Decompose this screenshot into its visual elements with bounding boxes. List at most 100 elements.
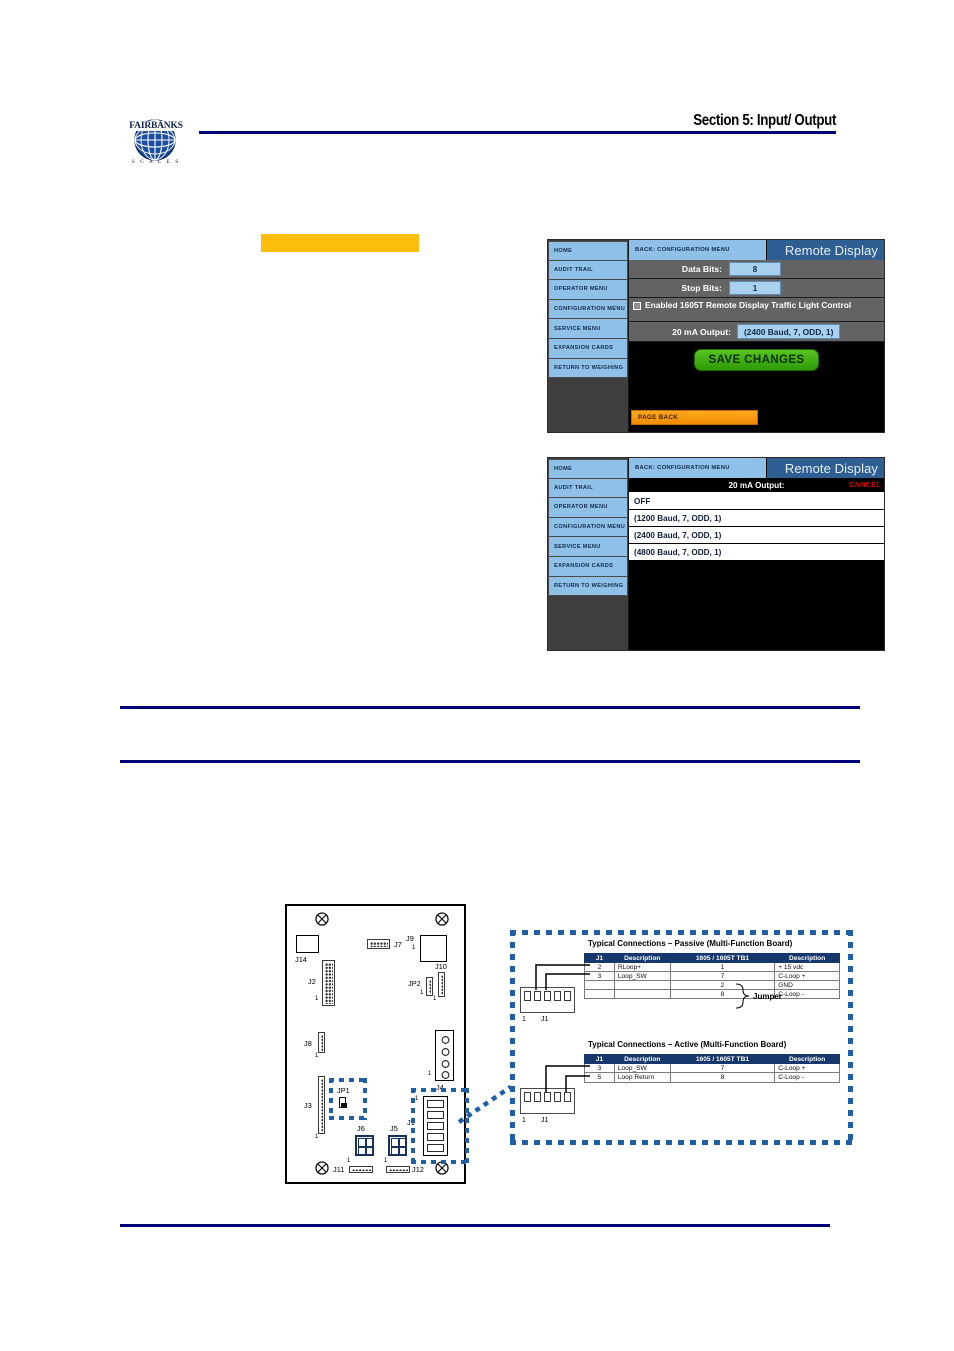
header-divider xyxy=(199,131,836,134)
label-j12: J12 xyxy=(412,1165,424,1174)
active-col-desc1: Description xyxy=(613,1054,671,1064)
label-j11-pin1: 1 xyxy=(347,1158,351,1164)
cancel-button[interactable]: CANCEL xyxy=(849,480,881,489)
screw-icon-top-right xyxy=(435,912,449,926)
stop-bits-label: Stop Bits: xyxy=(681,283,722,293)
sidebar-item-configuration-menu[interactable]: CONFIGURATION MENU xyxy=(548,299,628,320)
passive-wire-icon xyxy=(535,964,590,990)
connector-j14 xyxy=(296,935,319,953)
field-row-20ma-output: 20 mA Output: (2400 Baud, 7, ODD, 1) xyxy=(629,322,884,342)
checkbox-icon[interactable] xyxy=(633,302,641,310)
cell: C-Loop + xyxy=(774,971,840,981)
table-row: 3 Loop_SW 7 C-Loop + xyxy=(584,1063,840,1073)
passive-table-title: Typical Connections – Passive (Multi-Fun… xyxy=(588,939,793,948)
cell: C-Loop - xyxy=(774,989,840,999)
screw-icon-top-left xyxy=(315,912,329,926)
table-row: 2 RLoop+ 1 + 15 vdc xyxy=(584,962,840,972)
back-button[interactable]: BACK: CONFIGURATION MENU xyxy=(629,240,767,260)
label-j2-pin1: 1 xyxy=(315,996,319,1002)
sidebar-item-return-to-weighing[interactable]: RETURN TO WEIGHING xyxy=(548,358,628,379)
page-header: FAIRBANKS S C A L E S Section 5: Input/ … xyxy=(0,0,954,175)
sidebar2-item-home[interactable]: HOME xyxy=(548,459,628,479)
label-j9-pin1: 1 xyxy=(412,945,416,951)
dropdown-header: 20 mA Output: CANCEL xyxy=(629,478,884,493)
sidebar-item-operator-menu[interactable]: OPERATOR MENU xyxy=(548,280,628,300)
output-label: 20 mA Output: xyxy=(672,326,731,337)
save-changes-button[interactable]: SAVE CHANGES xyxy=(693,349,820,371)
label-j3-pin1: 1 xyxy=(315,1134,319,1140)
field-row-stop-bits: Stop Bits: 1 xyxy=(629,279,884,298)
label-jp2: JP2 xyxy=(408,979,421,988)
connector-j7 xyxy=(367,939,390,949)
brand-wordmark: FAIRBANKS xyxy=(125,121,187,131)
save-area: SAVE CHANGES xyxy=(629,342,884,378)
page-back-button[interactable]: PAGE BACK xyxy=(631,410,758,425)
cell: + 15 vdc xyxy=(774,962,840,972)
label-j3: J3 xyxy=(304,1101,312,1110)
sidebar2-item-operator-menu[interactable]: OPERATOR MENU xyxy=(548,498,628,518)
label-j10: J10 xyxy=(435,962,447,971)
sidebar-item-expansion-cards[interactable]: EXPANSION CARDS xyxy=(548,338,628,359)
dropdown-option-4800[interactable]: (4800 Baud, 7, ODD, 1) xyxy=(629,544,884,561)
section-divider-top xyxy=(120,706,860,709)
connector-j2 xyxy=(322,960,335,1006)
connector-j11 xyxy=(349,1166,373,1173)
sidebar-item-home[interactable]: HOME xyxy=(548,241,628,261)
table-row: 2 GND xyxy=(584,980,840,990)
passive-col-desc2: Description xyxy=(774,953,840,963)
table-row: 5 Loop Return 8 C-Loop - xyxy=(584,1072,840,1083)
traffic-light-checkbox-row[interactable]: Enabled 1605T Remote Display Traffic Lig… xyxy=(629,298,884,322)
label-j2: J2 xyxy=(308,977,316,986)
sidebar2-item-return-to-weighing[interactable]: RETURN TO WEIGHING xyxy=(548,576,628,597)
sidebar2-item-configuration-menu[interactable]: CONFIGURATION MENU xyxy=(548,517,628,538)
dropdown-header-label: 20 mA Output: xyxy=(728,480,785,490)
dropdown-option-1200[interactable]: (1200 Baud, 7, ODD, 1) xyxy=(629,510,884,527)
terminal-sidebar: HOME AUDIT TRAIL OPERATOR MENU CONFIGURA… xyxy=(548,240,629,432)
sidebar-item-service-menu[interactable]: SERVICE MENU xyxy=(548,319,628,339)
screw-icon-bottom-left xyxy=(315,1161,329,1175)
highlight-callout-bar xyxy=(261,234,419,252)
label-j4-pin1: 1 xyxy=(428,1071,432,1077)
cell: Loop Return xyxy=(613,1072,671,1083)
label-j9: J9 xyxy=(406,934,414,943)
connector-j4 xyxy=(435,1030,454,1081)
label-j10-pin1: 1 xyxy=(433,996,437,1002)
cell: C-Loop - xyxy=(774,1072,840,1083)
footer-divider xyxy=(120,1224,830,1227)
data-bits-value[interactable]: 8 xyxy=(729,262,781,276)
cell: Loop_SW xyxy=(613,971,671,981)
passive-connections-table: J1 Description 1605 / 1605T TB1 Descript… xyxy=(584,953,840,999)
sidebar-item-audit-trail[interactable]: AUDIT TRAIL xyxy=(548,260,628,281)
brand-subtitle: S C A L E S xyxy=(131,159,181,165)
section-divider-bottom xyxy=(120,760,860,763)
cell: GND xyxy=(774,980,840,990)
passive-connector-pin1: 1 xyxy=(522,1016,526,1023)
sidebar2-item-expansion-cards[interactable]: EXPANSION CARDS xyxy=(548,556,628,577)
table-header-row: J1 Description 1605 / 1605T TB1 Descript… xyxy=(584,953,840,963)
table-row: 8 C-Loop - xyxy=(584,989,840,999)
passive-col-tb1: 1605 / 1605T TB1 xyxy=(669,953,776,963)
label-j14: J14 xyxy=(295,955,307,964)
table-header-row: J1 Description 1605 / 1605T TB1 Descript… xyxy=(584,1054,840,1064)
cell: 7 xyxy=(669,971,776,981)
table-row: 3 Loop_SW 7 C-Loop + xyxy=(584,971,840,981)
dropdown-option-2400[interactable]: (2400 Baud, 7, ODD, 1) xyxy=(629,527,884,544)
traffic-light-label: Enabled 1605T Remote Display Traffic Lig… xyxy=(645,300,852,310)
label-jp2-pin1: 1 xyxy=(420,990,424,996)
label-j6: J6 xyxy=(357,1124,365,1133)
active-connector-label: J1 xyxy=(541,1117,549,1124)
back-button-2[interactable]: BACK: CONFIGURATION MENU xyxy=(629,458,767,478)
active-table-title: Typical Connections – Active (Multi-Func… xyxy=(588,1040,787,1049)
screen-title: Remote Display xyxy=(767,240,884,260)
cell: 2 xyxy=(669,980,776,990)
sidebar2-item-audit-trail[interactable]: AUDIT TRAIL xyxy=(548,478,628,499)
connector-jp2 xyxy=(426,977,433,996)
stop-bits-value[interactable]: 1 xyxy=(729,281,781,295)
sidebar2-item-service-menu[interactable]: SERVICE MENU xyxy=(548,537,628,557)
pcb-outline: J14 J7 J2 1 J9 1 J10 1 JP2 1 J8 1 1 J3 1… xyxy=(285,904,469,1184)
dropdown-option-off[interactable]: OFF xyxy=(629,493,884,510)
active-connector-pin1: 1 xyxy=(522,1117,526,1124)
output-value[interactable]: (2400 Baud, 7, ODD, 1) xyxy=(737,324,841,339)
cell: Loop_SW xyxy=(613,1063,671,1073)
label-j5: J5 xyxy=(390,1124,398,1133)
